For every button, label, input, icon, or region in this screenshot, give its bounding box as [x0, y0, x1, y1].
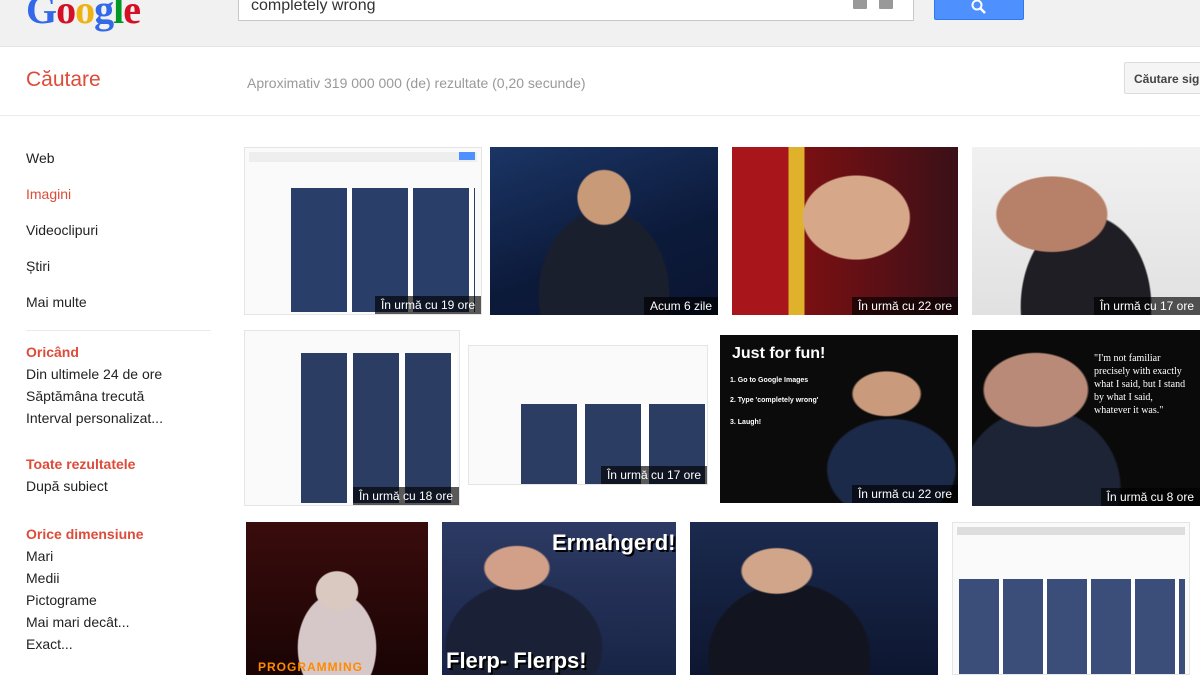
meme-step: 2. Type 'completely wrong'	[730, 397, 819, 404]
camera-icon[interactable]	[853, 0, 867, 9]
image-result[interactable]: În urmă cu 17 ore	[972, 147, 1200, 315]
top-bar: Google	[0, 0, 1200, 47]
filter-time-week[interactable]: Săptămâna trecută	[26, 387, 216, 409]
nav-videos[interactable]: Videoclipuri	[26, 222, 216, 258]
photo	[732, 147, 958, 315]
search-icon	[971, 0, 986, 14]
image-result[interactable]: În urmă cu 18 ore	[244, 330, 460, 506]
results-bar: Căutare Aproximativ 319 000 000 (de) rez…	[0, 47, 1200, 116]
logo-letter: e	[123, 0, 141, 32]
meme-caption: Flerp- Flerps!	[446, 648, 587, 673]
meme-title: Ermahgerd!	[552, 530, 676, 555]
image-result[interactable]: În urmă cu 19 ore	[244, 147, 482, 315]
logo-letter: o	[56, 0, 76, 32]
filter-results-title[interactable]: Toate rezultatele	[26, 455, 216, 477]
image-result[interactable]: În urmă cu 17 ore	[468, 345, 708, 485]
filter-size-medium[interactable]: Medii	[26, 569, 216, 591]
image-result[interactable]	[952, 522, 1190, 675]
google-logo[interactable]: Google	[26, 0, 141, 33]
logo-letter: l	[113, 0, 124, 32]
filter-size-exact[interactable]: Exact...	[26, 635, 216, 657]
meme-title: Just for fun!	[732, 345, 826, 362]
image-result[interactable]: În urmă cu 22 ore	[732, 147, 958, 315]
filter-size-large[interactable]: Mari	[26, 547, 216, 569]
thumbnail-caption: În urmă cu 8 ore	[1100, 488, 1200, 506]
logo-letter: G	[26, 0, 57, 32]
filter-size-icon[interactable]: Pictograme	[26, 591, 216, 613]
meme-caption: PROGRAMMING	[258, 660, 363, 674]
nav-images[interactable]: Imagini	[26, 186, 216, 222]
filter-by-subject[interactable]: După subiect	[26, 477, 216, 499]
mini-search-bar	[957, 527, 1185, 535]
results-count: Aproximativ 319 000 000 (de) rezultate (…	[247, 75, 586, 91]
photo	[246, 522, 428, 675]
page-title: Căutare	[26, 68, 101, 91]
filter-time-title[interactable]: Oricând	[26, 343, 216, 365]
thumbnail-caption: În urmă cu 22 ore	[851, 297, 958, 315]
nav-more[interactable]: Mai multe	[26, 294, 216, 330]
photo	[690, 522, 938, 675]
thumbnail-caption: În urmă cu 19 ore	[374, 296, 481, 314]
nav-news[interactable]: Știri	[26, 258, 216, 294]
quote-text: "I'm not familiar precisely with exactly…	[1094, 353, 1186, 416]
image-result[interactable]: PROGRAMMING	[246, 522, 428, 675]
thumbnail-caption: În urmă cu 22 ore	[851, 485, 958, 503]
thumbnail-caption: Acum 6 zile	[643, 297, 718, 315]
thumbnail-caption: În urmă cu 17 ore	[600, 466, 707, 484]
image-result[interactable]: Ermahgerd! Flerp- Flerps!	[442, 522, 676, 675]
divider	[26, 330, 211, 331]
meme-step: 3. Laugh!	[730, 419, 762, 426]
photo	[972, 147, 1200, 315]
filter-size-title[interactable]: Orice dimensiune	[26, 525, 216, 547]
image-result[interactable]: Acum 6 zile	[490, 147, 718, 315]
thumbnail-caption: În urmă cu 18 ore	[352, 487, 459, 505]
logo-letter: g	[94, 0, 114, 32]
search-button[interactable]	[934, 0, 1024, 20]
image-result[interactable]	[690, 522, 938, 675]
filter-size-larger[interactable]: Mai mari decât...	[26, 613, 216, 635]
mini-search-bar	[249, 152, 477, 162]
mini-thumbnail-grid	[291, 188, 475, 312]
search-box[interactable]	[238, 0, 914, 21]
nav-web[interactable]: Web	[26, 150, 216, 186]
filter-time-custom[interactable]: Interval personalizat...	[26, 409, 216, 431]
image-result[interactable]: Just for fun! 1. Go to Google Images 2. …	[720, 335, 958, 503]
sidebar: Web Imagini Videoclipuri Știri Mai multe…	[26, 150, 216, 657]
logo-letter: o	[75, 0, 95, 32]
filter-time-24h[interactable]: Din ultimele 24 de ore	[26, 365, 216, 387]
safe-search-button[interactable]: Căutare sigură	[1124, 62, 1200, 94]
keyboard-icon[interactable]	[879, 0, 893, 9]
thumbnail-caption: În urmă cu 17 ore	[1093, 297, 1200, 315]
mini-thumbnail-grid	[301, 353, 457, 503]
mini-thumbnail-grid	[959, 579, 1185, 674]
search-input[interactable]	[249, 0, 833, 16]
photo	[490, 147, 718, 315]
meme-step: 1. Go to Google Images	[730, 377, 809, 384]
mini-search-button	[459, 152, 475, 160]
